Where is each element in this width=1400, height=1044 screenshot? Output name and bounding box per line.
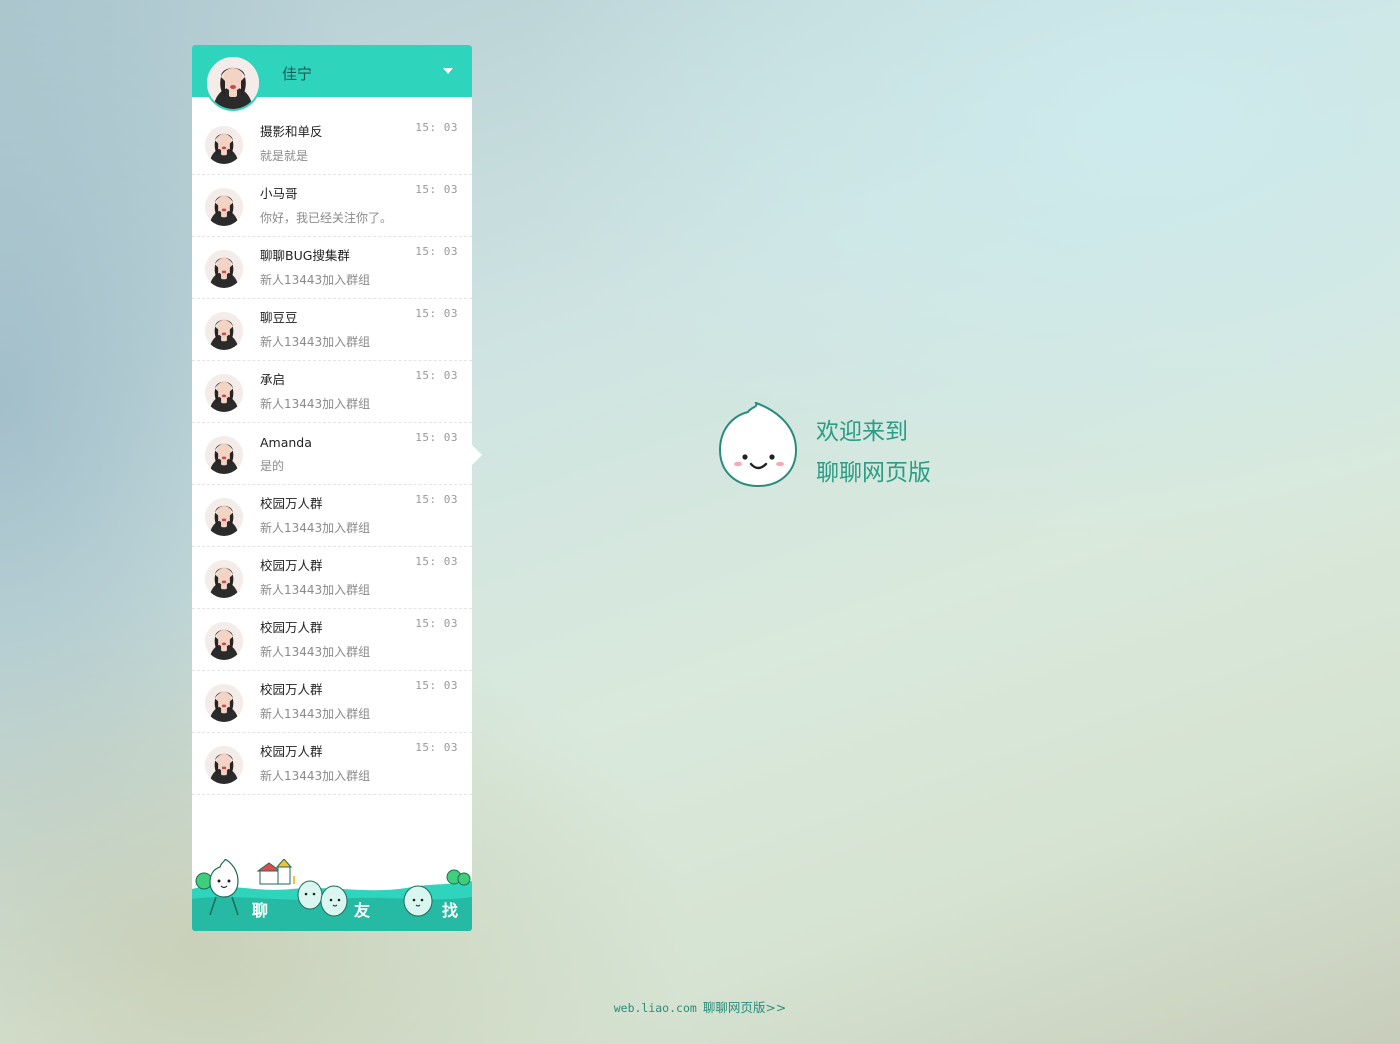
chat-time: 15: 03: [415, 307, 458, 320]
chat-avatar-image: [205, 560, 243, 598]
chat-preview: 你好，我已经关注你了。: [260, 211, 393, 225]
chat-avatar: [205, 746, 243, 784]
user-avatar-image: [207, 57, 259, 109]
chat-preview: 新人13443加入群组: [260, 273, 371, 287]
tab-find[interactable]: 找: [398, 871, 468, 931]
chat-avatar-image: [205, 622, 243, 660]
chat-avatar: [205, 622, 243, 660]
footer-domain: web.liao.com: [613, 1001, 697, 1015]
chat-preview: 新人13443加入群组: [260, 707, 371, 721]
chat-avatar-image: [205, 312, 243, 350]
chat-time: 15: 03: [415, 121, 458, 134]
chat-time: 15: 03: [415, 245, 458, 258]
footer: web.liao.com 聊聊网页版>>: [0, 997, 1400, 1016]
tab-chat-label: 聊: [252, 901, 269, 920]
chat-preview: 新人13443加入群组: [260, 769, 371, 783]
chat-name: Amanda: [260, 435, 312, 450]
chat-avatar: [205, 312, 243, 350]
chat-avatar: [205, 498, 243, 536]
chat-time: 15: 03: [415, 617, 458, 630]
chat-avatar-image: [205, 250, 243, 288]
chat-time: 15: 03: [415, 431, 458, 444]
chat-avatar-image: [205, 126, 243, 164]
chat-preview: 新人13443加入群组: [260, 583, 371, 597]
chat-avatar: [205, 684, 243, 722]
chat-avatar: [205, 560, 243, 598]
chat-name: 聊豆豆: [260, 310, 298, 325]
tab-chat[interactable]: 聊: [202, 871, 284, 931]
chat-avatar: [205, 436, 243, 474]
chat-avatar: [205, 250, 243, 288]
chat-preview: 就是就是: [260, 149, 309, 163]
chat-name: 校园万人群: [260, 496, 323, 511]
chat-name: 校园万人群: [260, 558, 323, 573]
chat-list-item[interactable]: Amanda 是的 15: 03: [192, 423, 482, 485]
chat-list-item[interactable]: 校园万人群新人13443加入群组 15: 03: [192, 485, 472, 547]
chat-list-item[interactable]: 聊豆豆新人13443加入群组 15: 03: [192, 299, 472, 361]
chat-name: 摄影和单反: [260, 124, 323, 139]
welcome-line-1: 欢迎来到: [816, 419, 908, 445]
chat-name: 聊聊BUG搜集群: [260, 248, 350, 263]
chat-avatar-image: [205, 436, 243, 474]
chat-time: 15: 03: [415, 369, 458, 382]
chat-time: 15: 03: [415, 183, 458, 196]
chat-list: 摄影和单反 就是就是 15: 03 小马哥 你好，我已经关注你了。 15: 03 聊聊BUG…: [192, 97, 482, 795]
chat-panel: 佳宁 摄影和单反 就是就是 15: 03 小马哥 你好，我已经关注你了。 15: 03 聊聊…: [192, 45, 482, 931]
chat-name: 承启: [260, 372, 286, 387]
welcome-line-2: 聊聊网页版: [816, 460, 931, 486]
chat-list-item[interactable]: 承启新人13443加入群组 15: 03: [192, 361, 472, 423]
chat-list-item[interactable]: 小马哥你好，我已经关注你了。 15: 03: [192, 175, 472, 237]
chat-avatar: [205, 126, 243, 164]
chat-preview: 新人13443加入群组: [260, 645, 371, 659]
footer-link[interactable]: 聊聊网页版>>: [703, 1000, 786, 1015]
chat-preview: 新人13443加入群组: [260, 397, 371, 411]
chat-avatar-image: [205, 498, 243, 536]
droplet-mascot-icon: [718, 402, 798, 488]
chat-avatar-image: [205, 684, 243, 722]
chat-list-item[interactable]: 校园万人群新人13443加入群组 15: 03: [192, 671, 472, 733]
bottom-nav: 聊 友 找: [192, 859, 472, 931]
user-avatar[interactable]: [205, 55, 261, 111]
caret-down-icon[interactable]: [440, 63, 456, 79]
chat-time: 15: 03: [415, 741, 458, 754]
chat-list-item[interactable]: 聊聊BUG搜集群新人13443加入群组 15: 03: [192, 237, 472, 299]
chat-preview: 是的: [260, 459, 285, 473]
chat-time: 15: 03: [415, 493, 458, 506]
chat-preview: 新人13443加入群组: [260, 335, 371, 349]
user-name[interactable]: 佳宁: [282, 63, 312, 84]
chat-time: 15: 03: [415, 555, 458, 568]
panel-header: 佳宁: [192, 45, 472, 111]
chat-avatar-image: [205, 188, 243, 226]
chat-name: 校园万人群: [260, 682, 323, 697]
welcome-block: 欢迎来到 聊聊网页版: [718, 402, 978, 492]
tab-find-label: 找: [442, 901, 459, 920]
chat-avatar-image: [205, 746, 243, 784]
chat-list-item[interactable]: 校园万人群新人13443加入群组 15: 03: [192, 733, 472, 795]
chat-preview: 新人13443加入群组: [260, 521, 371, 535]
chat-avatar: [205, 374, 243, 412]
chat-name: 小马哥: [260, 186, 298, 201]
chat-name: 校园万人群: [260, 744, 323, 759]
tab-friends-label: 友: [354, 901, 371, 920]
tab-friends[interactable]: 友: [296, 871, 378, 931]
chat-list-item[interactable]: 校园万人群新人13443加入群组 15: 03: [192, 547, 472, 609]
chat-avatar-image: [205, 374, 243, 412]
chat-list-item[interactable]: 校园万人群新人13443加入群组 15: 03: [192, 609, 472, 671]
chat-avatar: [205, 188, 243, 226]
chat-name: 校园万人群: [260, 620, 323, 635]
chat-time: 15: 03: [415, 679, 458, 692]
